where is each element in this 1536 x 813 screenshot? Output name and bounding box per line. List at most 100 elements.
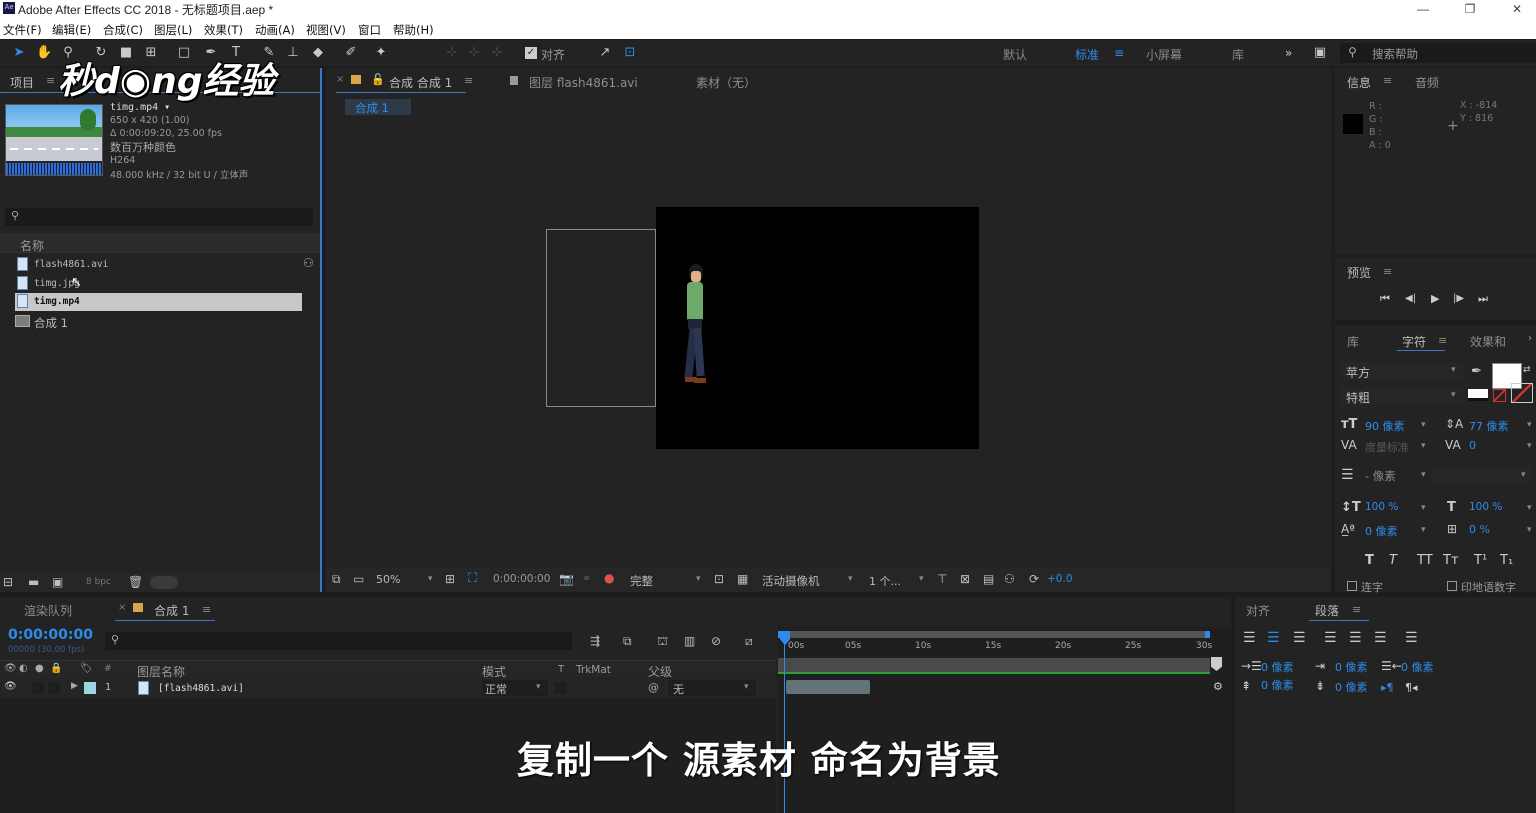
work-area-end[interactable] xyxy=(1205,631,1210,638)
list-item-selected[interactable]: timg.mp4 xyxy=(15,293,302,311)
align-left-icon[interactable]: ☰ xyxy=(1243,630,1256,646)
time-graph[interactable]: 00s 05s 10s 15s 20s 25s 30s ⚙ xyxy=(778,627,1231,813)
timeline-icon[interactable]: ▤ xyxy=(983,572,994,586)
space-before-value[interactable]: 0 像素 xyxy=(1261,677,1294,693)
list-item[interactable]: 合成 1 xyxy=(0,313,302,331)
menu-help[interactable]: 帮助(H) xyxy=(393,22,434,38)
fit-icon[interactable]: ⊞ xyxy=(445,572,455,586)
new-composition-icon[interactable]: ▣ xyxy=(52,575,63,589)
workspace-libraries[interactable]: 库 xyxy=(1232,46,1244,63)
time-ruler[interactable]: 00s 05s 10s 15s 20s 25s 30s xyxy=(778,639,1212,657)
hand-tool-icon[interactable]: ✋ xyxy=(36,45,52,61)
project-menu-icon[interactable]: ≡ xyxy=(46,74,55,87)
layer-name[interactable]: [flash4861.avi] xyxy=(158,683,244,694)
workspace-standard[interactable]: 标准 xyxy=(1075,46,1099,63)
justify-center-icon[interactable]: ☰ xyxy=(1349,630,1362,646)
lock-icon[interactable]: 🔓 xyxy=(371,73,385,86)
timeline-current-time[interactable]: 0:00:00:00 xyxy=(8,627,93,643)
faux-italic-button[interactable]: T xyxy=(1389,553,1397,568)
menu-edit[interactable]: 编辑(E) xyxy=(52,22,91,38)
work-area-bar[interactable] xyxy=(778,631,1210,638)
column-parent[interactable]: 父级 xyxy=(648,663,672,680)
stroke-color-swatch[interactable] xyxy=(1511,383,1533,403)
small-caps-button[interactable]: Tт xyxy=(1443,553,1459,568)
pick-whip-icon[interactable]: @ xyxy=(648,681,659,694)
close-button[interactable]: ✕ xyxy=(1494,0,1536,18)
align-center-icon[interactable]: ☰ xyxy=(1267,630,1280,646)
subscript-button[interactable]: T₁ xyxy=(1500,553,1513,568)
paragraph-menu-icon[interactable]: ≡ xyxy=(1352,603,1361,616)
bit-depth-button[interactable]: 8 bpc xyxy=(86,577,111,587)
swap-colors-icon[interactable]: ⇄ xyxy=(1523,365,1531,375)
view-axis-icon[interactable]: ⊹ xyxy=(489,45,505,61)
superscript-button[interactable]: T¹ xyxy=(1474,553,1487,568)
tab-effects[interactable]: 效果和 xyxy=(1470,333,1506,350)
help-search-input[interactable]: 搜索帮助 xyxy=(1372,46,1418,62)
help-search-box[interactable]: ⚲ 搜索帮助 xyxy=(1340,43,1536,63)
workspace-small-screen[interactable]: 小屏幕 xyxy=(1146,46,1182,63)
baseline-shift-value[interactable]: 0 像素 xyxy=(1365,523,1398,539)
views-dropdown[interactable]: 1 个... ▾ xyxy=(867,571,929,588)
tab-preview[interactable]: 预览 xyxy=(1347,264,1371,281)
align-right-icon[interactable]: ☰ xyxy=(1293,630,1306,646)
eraser-tool-icon[interactable]: ◆ xyxy=(310,45,326,61)
ligatures-checkbox[interactable] xyxy=(1347,581,1357,591)
shy-layers-icon[interactable]: ⛫ xyxy=(657,634,668,650)
color-channels-icon[interactable]: ● xyxy=(604,571,614,585)
local-axis-icon[interactable]: ⊹ xyxy=(444,45,460,61)
panel-overflow-icon[interactable]: › xyxy=(1528,333,1532,344)
tab-character[interactable]: 字符 xyxy=(1402,333,1426,350)
interpret-footage-icon[interactable]: ⊟ xyxy=(3,575,13,589)
tab-align[interactable]: 对齐 xyxy=(1246,602,1270,619)
kerning-value[interactable]: 度量标准 xyxy=(1365,439,1409,455)
column-name[interactable]: 名称 xyxy=(20,237,44,254)
comp-mini-flowchart-icon[interactable]: ⇶ xyxy=(590,634,600,648)
workspace-menu-icon[interactable]: ≡ xyxy=(1114,46,1124,60)
no-fill-swatch[interactable] xyxy=(1493,389,1506,402)
stroke-width-value[interactable]: - 像素 xyxy=(1365,468,1396,484)
tab-audio[interactable]: 音频 xyxy=(1415,74,1439,91)
menu-effect[interactable]: 效果(T) xyxy=(204,22,243,38)
snap-grid-icon[interactable]: ⊡ xyxy=(622,45,638,61)
composition-viewer[interactable] xyxy=(656,207,979,449)
monitor-icon[interactable]: ▭ xyxy=(353,572,364,586)
clone-stamp-tool-icon[interactable]: ⊥ xyxy=(285,45,301,61)
blend-mode-dropdown[interactable]: 正常 ▾ xyxy=(482,680,548,696)
font-size-value[interactable]: 90 像素 xyxy=(1365,418,1405,434)
solo-toggle[interactable] xyxy=(32,682,44,694)
minimize-button[interactable]: — xyxy=(1400,0,1446,18)
last-frame-button[interactable]: ⏭ xyxy=(1478,292,1488,306)
next-frame-button[interactable]: |▶ xyxy=(1453,293,1464,304)
thumbnail-slider[interactable] xyxy=(150,576,178,589)
label-tag-icon[interactable]: 🏷 xyxy=(80,663,93,674)
preserve-transparency-toggle[interactable] xyxy=(555,682,567,694)
hindi-digits-checkbox[interactable] xyxy=(1447,581,1457,591)
fast-previews-icon[interactable]: ⊠ xyxy=(960,572,970,586)
delete-icon[interactable]: 🗑 xyxy=(128,575,143,589)
indent-right-value[interactable]: 0 像素 xyxy=(1401,659,1434,675)
column-t[interactable]: T xyxy=(558,664,564,675)
eyedropper-icon[interactable]: ✒ xyxy=(1471,364,1482,379)
faux-bold-button[interactable]: T xyxy=(1365,553,1374,568)
list-item[interactable]: timg.jpg ↖ xyxy=(0,275,302,293)
tsume-value[interactable]: 0 % xyxy=(1469,523,1490,536)
toggle-pixel-aspect-icon[interactable]: ⊤ xyxy=(937,572,947,586)
list-item[interactable]: flash4861.avi xyxy=(0,256,302,274)
video-eye-icon[interactable]: 👁 xyxy=(4,663,17,674)
preview-menu-icon[interactable]: ≡ xyxy=(1383,265,1392,278)
current-time[interactable]: 0:00:00:00 xyxy=(493,573,550,585)
frame-blending-icon[interactable]: ▥ xyxy=(684,634,695,648)
black-white-swatch[interactable] xyxy=(1468,389,1488,401)
horizontal-scale-value[interactable]: 100 % xyxy=(1469,501,1502,513)
font-style-dropdown[interactable]: 特粗 ▾ xyxy=(1341,387,1463,405)
show-snapshot-icon[interactable]: ⚭ xyxy=(582,572,591,585)
always-preview-icon[interactable]: ⧉ xyxy=(332,572,341,587)
timeline-menu-icon[interactable]: ≡ xyxy=(202,603,211,616)
draft-3d-icon[interactable]: ⧉ xyxy=(623,634,632,649)
roto-brush-tool-icon[interactable]: ✐ xyxy=(343,45,359,61)
lock-toggle[interactable] xyxy=(48,682,60,694)
close-tab-icon[interactable]: × xyxy=(118,602,126,613)
workspace-more-button[interactable]: » xyxy=(1285,46,1292,60)
world-axis-icon[interactable]: ⊹ xyxy=(466,45,482,61)
menu-animation[interactable]: 动画(A) xyxy=(255,22,295,38)
